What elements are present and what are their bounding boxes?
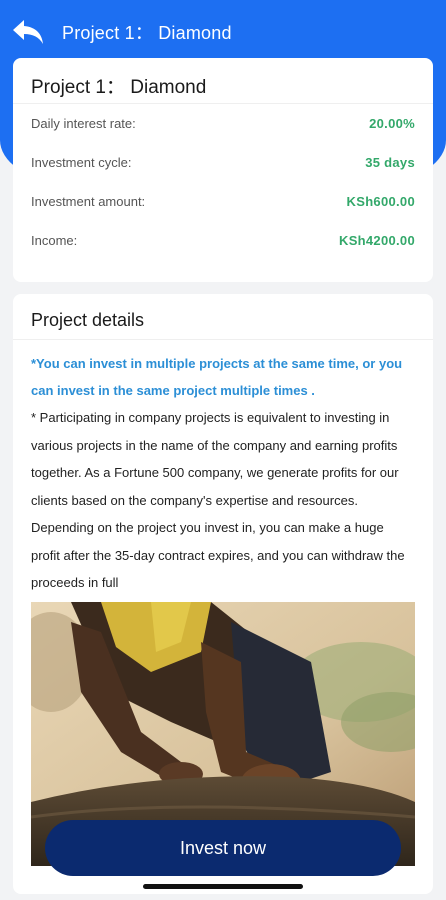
details-title: Project details xyxy=(13,294,433,340)
amount-value: KSh600.00 xyxy=(346,194,415,209)
rate-row: Daily interest rate: 20.00% xyxy=(13,104,433,143)
top-bar: Project 1： Diamond xyxy=(0,10,446,54)
project-summary-card: Project 1： Diamond Daily interest rate: … xyxy=(13,58,433,282)
back-button[interactable] xyxy=(10,14,46,50)
summary-title: Project 1： Diamond xyxy=(13,58,433,104)
cycle-row: Investment cycle: 35 days xyxy=(13,143,433,182)
back-arrow-icon xyxy=(13,20,43,44)
home-indicator xyxy=(143,884,303,889)
project-details-card: Project details *You can invest in multi… xyxy=(13,294,433,894)
income-row: Income: KSh4200.00 xyxy=(13,221,433,260)
rate-value: 20.00% xyxy=(369,116,415,131)
details-highlight: *You can invest in multiple projects at … xyxy=(31,356,403,398)
project-detail-screen: Project 1： Diamond Project 1： Diamond Da… xyxy=(0,0,446,900)
amount-label: Investment amount: xyxy=(31,194,146,209)
cycle-value: 35 days xyxy=(365,155,415,170)
invest-now-button[interactable]: Invest now xyxy=(45,820,401,876)
rate-label: Daily interest rate: xyxy=(31,116,136,131)
income-label: Income: xyxy=(31,233,78,248)
details-body: * Participating in company projects is e… xyxy=(31,410,405,590)
cycle-label: Investment cycle: xyxy=(31,155,132,170)
income-value: KSh4200.00 xyxy=(339,233,415,248)
amount-row: Investment amount: KSh600.00 xyxy=(13,182,433,221)
header-title: Project 1： Diamond xyxy=(62,23,232,43)
